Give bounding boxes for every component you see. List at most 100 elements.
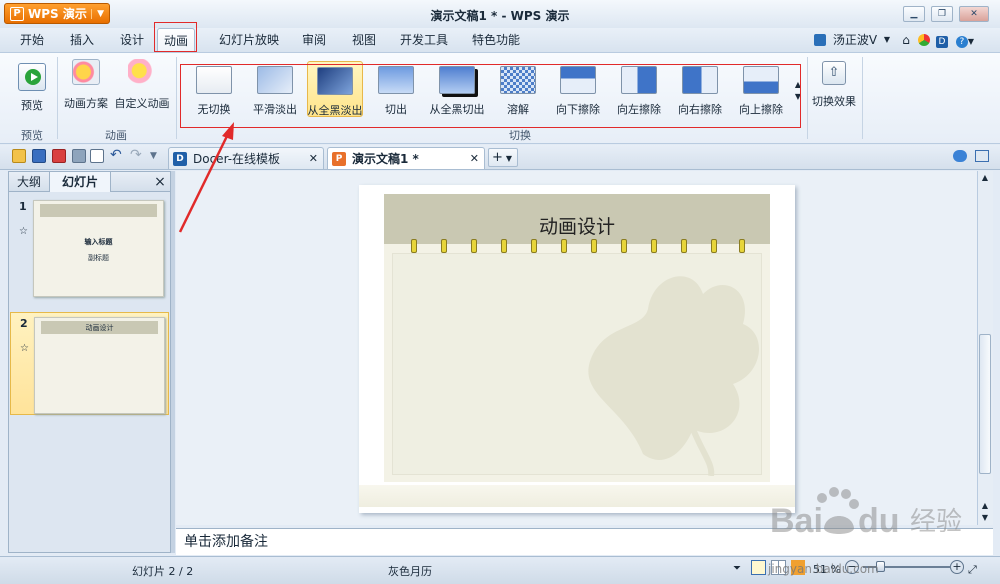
watermark-url: jingyan.baidu.com [768,562,879,576]
print-icon[interactable] [72,149,86,163]
preview-group-label: 预览 [21,129,43,142]
svg-text:Bai: Bai [770,502,823,540]
baidu-watermark: Bai du 经验 [760,470,995,560]
slide-header-band [40,204,157,217]
tab-outline[interactable]: 大纲 [9,172,49,192]
user-avatar-icon[interactable] [810,28,830,52]
slides-panel: 大纲 幻灯片 × 1 ☆ 输入标题 副标题 2 ☆ 动画设计 [8,171,171,553]
save-icon[interactable] [32,149,46,163]
custom-animation-icon [128,59,156,85]
scroll-up-icon[interactable]: ▲ [979,173,991,185]
slide-thumbnail-2[interactable]: 2 ☆ 动画设计 [10,312,169,415]
slide-content-area [392,253,762,477]
svg-text:du: du [858,502,900,540]
scrollbar-thumb[interactable] [979,334,991,474]
slide-number: 1 [19,200,27,213]
tab-slideshow[interactable]: 幻灯片放映 [213,28,285,52]
transition-effect-icon: ⇧ [822,61,846,85]
docer-icon[interactable]: D [934,28,950,52]
user-name[interactable]: 汤正波V [830,28,880,52]
skin-icon[interactable]: ⌂ [898,28,914,52]
tab-home[interactable]: 开始 [10,28,54,52]
help-icon[interactable]: ? ▼ [953,28,977,52]
ring-binding [501,239,507,253]
star-icon: ☆ [19,226,28,237]
fit-window-icon[interactable]: ⤢ [968,563,977,577]
close-icon[interactable]: ✕ [309,152,318,165]
tab-slides[interactable]: 幻灯片 [49,172,111,192]
theme-name: 灰色月历 [388,565,432,578]
transition-effect-label: 切换效果 [812,95,856,108]
animation-scheme-label: 动画方案 [64,97,108,110]
ring-binding [441,239,447,253]
window-switch-icon[interactable] [975,150,989,162]
customize-toolbar-icon[interactable]: ▼ [150,149,164,163]
slide-counter: 幻灯片 2 / 2 [132,565,194,578]
export-pdf-icon[interactable] [52,149,66,163]
undo-icon[interactable]: ↶ [110,148,124,163]
animation-scheme-icon [72,59,100,85]
tab-presentation[interactable]: P 演示文稿1 * ✕ [327,147,485,169]
ring-binding [591,239,597,253]
restore-icon[interactable]: ❐ [931,6,953,22]
slide-thumbnail-1[interactable]: 1 ☆ 输入标题 副标题 [10,196,169,299]
slide-preview: 输入标题 副标题 [33,200,164,297]
star-icon: ☆ [20,343,29,354]
gallery-highlight-box [180,64,801,128]
current-slide[interactable]: 动画设计 [359,185,795,513]
presentation-icon: P [332,151,346,166]
chevron-down-icon[interactable]: ▼ [880,28,894,52]
ring-binding [651,239,657,253]
tab-highlight-box [154,22,197,52]
ring-binding [411,239,417,253]
open-folder-icon[interactable] [12,149,26,163]
animation-scheme-button[interactable]: 动画方案 [62,59,110,111]
ring-binding [739,239,745,253]
annotation-arrow [178,122,234,233]
tab-developer[interactable]: 开发工具 [394,28,454,52]
zoom-in-icon[interactable]: + [950,560,964,574]
ring-binding [681,239,687,253]
animation-group-label: 动画 [105,129,127,142]
ring-binding [531,239,537,253]
tab-view[interactable]: 视图 [342,28,386,52]
ring-binding [561,239,567,253]
minimize-icon[interactable]: ▁ [903,6,925,22]
preview-label: 预览 [21,99,43,112]
play-icon [18,63,46,91]
slide-footer-band [359,485,795,507]
flower-silhouette-image [588,276,760,477]
doc-tab-label: 演示文稿1 * [352,152,419,166]
transition-effect-button[interactable]: ⇧ 切换效果 [810,61,858,109]
redo-icon[interactable]: ↷ [130,148,144,163]
slide-preview: 动画设计 [34,317,165,414]
filter-icon[interactable]: ⏷ [733,563,741,574]
custom-animation-label: 自定义动画 [114,97,170,110]
close-icon[interactable]: × [151,172,169,192]
cloud-icon[interactable] [953,150,967,162]
panel-tabs: 大纲 幻灯片 × [9,172,170,192]
tab-design[interactable]: 设计 [110,28,154,52]
svg-text:经验: 经验 [910,507,962,537]
slide-number: 2 [20,317,28,330]
close-icon[interactable]: ✕ [959,6,989,22]
colorful-circle-icon[interactable] [916,28,932,52]
transition-group-label: 切换 [509,129,531,142]
window-title: 演示文稿1 * - WPS 演示 [430,9,570,23]
close-icon[interactable]: ✕ [470,152,479,165]
baidu-logo: Bai du 经验 [770,487,962,540]
menu-tab-bar: 开始 插入 设计 动画 幻灯片放映 审阅 视图 开发工具 特色功能 汤正波V ▼… [0,28,1000,52]
slide-title[interactable]: 动画设计 [384,212,770,239]
normal-view-icon[interactable] [751,560,766,575]
ring-binding [471,239,477,253]
tab-insert[interactable]: 插入 [60,28,104,52]
slide-title: 动画设计 [85,324,114,332]
preview-button[interactable]: 预览 [14,63,50,113]
print-preview-icon[interactable] [90,149,104,163]
custom-animation-button[interactable]: 自定义动画 [112,59,172,111]
slide-title: 输入标题 [84,238,113,246]
tab-features[interactable]: 特色功能 [466,28,526,52]
tab-review[interactable]: 审阅 [292,28,336,52]
new-tab-button[interactable]: + ▼ [488,148,518,167]
ring-binding [711,239,717,253]
